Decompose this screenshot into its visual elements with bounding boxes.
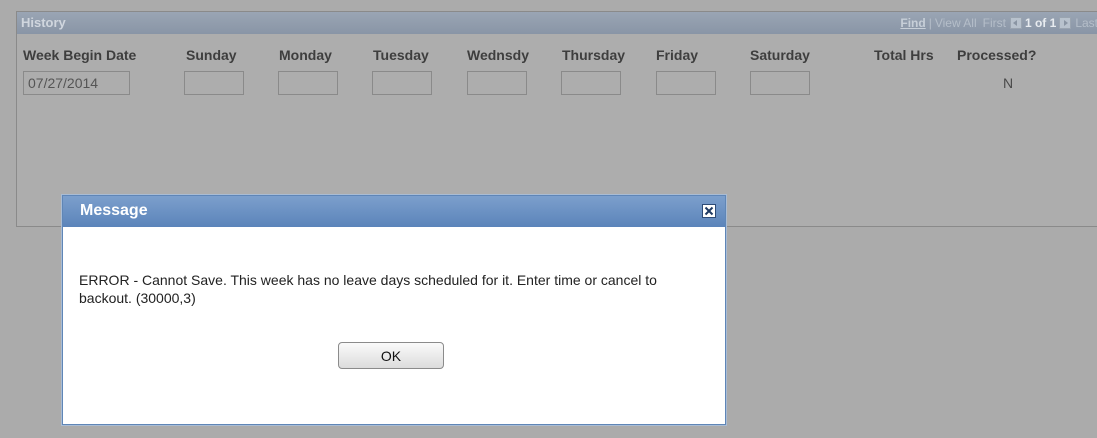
col-total-hrs: Total Hrs [874,47,934,63]
grid-header: History Find | View All First 1 of 1 Las… [17,12,1097,34]
close-icon[interactable] [702,204,716,218]
thursday-hours-input[interactable] [561,71,621,95]
col-processed: Processed? [957,47,1037,63]
previous-row-icon[interactable] [1009,17,1022,29]
error-message: ERROR - Cannot Save. This week has no le… [79,272,657,306]
monday-hours-input[interactable] [278,71,338,95]
col-monday: Monday [279,47,332,63]
col-friday: Friday [656,47,699,63]
tuesday-hours-input[interactable] [372,71,432,95]
col-saturday: Saturday [750,47,810,63]
week-begin-date-input[interactable] [23,71,130,95]
view-all-link[interactable]: View All [935,16,977,30]
find-link[interactable]: Find [900,16,925,30]
saturday-hours-input[interactable] [750,71,810,95]
nav-separator: | [928,16,932,30]
processed-value: N [1003,75,1014,91]
grid-title: History [21,15,66,30]
wednesday-hours-input[interactable] [467,71,527,95]
friday-hours-input[interactable] [656,71,716,95]
col-wednesday: Wednsdy [467,47,529,63]
sunday-hours-input[interactable] [184,71,244,95]
grid-navigation: Find | View All First 1 of 1 Last [900,16,1097,30]
message-dialog: Message ERROR - Cannot Save. This week h… [62,195,726,425]
col-sunday: Sunday [186,47,237,63]
last-link[interactable]: Last [1075,16,1097,30]
ok-button[interactable]: OK [338,342,444,369]
next-row-icon[interactable] [1059,17,1072,29]
col-tuesday: Tuesday [373,47,429,63]
col-thursday: Thursday [562,47,626,63]
dialog-title-bar: Message [63,196,725,227]
dialog-title: Message [80,202,148,219]
first-link[interactable]: First [983,16,1006,30]
page-info: 1 of 1 [1024,16,1057,30]
col-week-begin-date: Week Begin Date [23,47,137,63]
